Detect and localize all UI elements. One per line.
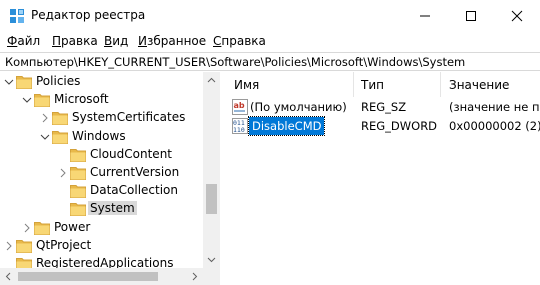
menu-favorites[interactable]: Избранное [138,34,206,48]
tree-node-label: Power [54,219,91,234]
svg-text:ab: ab [234,101,245,110]
svg-text:110: 110 [233,126,245,134]
value-name: (По умолчанию) [250,100,347,114]
close-button[interactable] [494,0,540,31]
address-path[interactable]: Компьютер\HKEY_CURRENT_USER\Software\Pol… [5,55,465,69]
chevron-down-icon[interactable] [40,131,50,143]
tree-node[interactable]: Windows [0,128,204,146]
tree-node-label: Windows [72,128,126,143]
registry-editor-icon [10,9,24,23]
tree-node-label: System [88,201,137,216]
maximize-icon [466,11,476,21]
tree-node-label: SystemCertificates [72,110,186,125]
scroll-left-icon[interactable] [0,268,17,285]
values-list[interactable]: Имя Тип Значение ab (По умолчанию) REG_S… [225,72,540,285]
list-row-selected[interactable]: 011 110 DisableCMD REG_DWORD 0x00000002 … [225,116,540,136]
chevron-right-icon[interactable] [58,167,68,179]
chevron-right-icon[interactable] [22,222,32,234]
scroll-thumb[interactable] [206,184,217,214]
tree-node-label: DataCollection [90,183,179,198]
value-data: 0x00000002 (2) [449,119,540,133]
chevron-down-icon[interactable] [22,94,32,106]
scroll-down-icon[interactable] [203,251,220,268]
column-value[interactable]: Значение [441,72,540,97]
column-name[interactable]: Имя [225,72,354,97]
title-bar: Редактор реестра [0,0,540,31]
menu-help[interactable]: Справка [213,34,266,48]
tree-node-label: CloudContent [90,146,173,161]
maximize-button[interactable] [448,0,494,31]
tree-node-label: CurrentVersion [90,165,180,179]
column-type[interactable]: Тип [354,72,441,97]
folder-icon [34,94,50,108]
tree-node[interactable]: CurrentVersion [0,164,204,182]
folder-icon [52,112,68,126]
tree-horizontal-scrollbar[interactable] [0,268,220,285]
window-title: Редактор реестра [31,8,146,22]
tree-node[interactable]: Policies [0,73,204,91]
chevron-right-icon[interactable] [4,240,14,252]
tree-node[interactable]: DataCollection [0,182,204,200]
folder-icon [70,148,86,162]
tree-node-label: Microsoft [54,92,109,107]
tree-node[interactable]: SystemCertificates [0,109,204,127]
tree-vertical-scrollbar[interactable] [203,72,220,268]
folder-icon [52,130,68,144]
tree-node-label: Policies [36,74,81,88]
folder-icon [16,239,32,253]
value-type: REG_SZ [361,100,407,114]
string-value-icon: ab [232,99,248,115]
value-data: (значение не пр [449,100,540,114]
folder-icon [70,167,86,180]
address-bar[interactable]: Компьютер\HKEY_CURRENT_USER\Software\Pol… [0,52,540,71]
minimize-button[interactable] [402,0,448,31]
folder-icon [70,185,86,199]
list-row[interactable]: ab (По умолчанию) REG_SZ (значение не пр [225,98,540,116]
binary-value-icon: 011 110 [232,118,248,134]
value-name[interactable]: DisableCMD [247,116,326,136]
tree-node[interactable]: Power [0,219,204,237]
tree-node[interactable]: Microsoft [0,91,204,109]
menu-view[interactable]: Вид [104,34,128,48]
scroll-thumb[interactable] [18,272,158,281]
key-tree[interactable]: Policies Microsoft SystemCertificates Windo… [0,72,220,285]
tree-node[interactable]: CloudContent [0,146,204,164]
minimize-icon [420,15,430,17]
chevron-down-icon[interactable] [4,76,14,88]
folder-icon [16,76,32,89]
tree-node[interactable]: QtProject [0,237,204,255]
scroll-right-icon[interactable] [186,268,203,285]
close-icon [511,10,523,22]
folder-icon [34,221,50,235]
tree-node-label: QtProject [36,237,92,252]
menu-bar: Файл Правка Вид Избранное Справка [0,31,540,51]
menu-edit[interactable]: Правка [52,34,98,48]
chevron-right-icon[interactable] [40,112,50,124]
scroll-up-icon[interactable] [203,72,220,89]
menu-file[interactable]: Файл [7,34,40,48]
folder-icon [70,203,86,217]
list-header: Имя Тип Значение [225,72,540,97]
value-type: REG_DWORD [361,119,438,133]
tree-node[interactable]: System [0,200,204,218]
